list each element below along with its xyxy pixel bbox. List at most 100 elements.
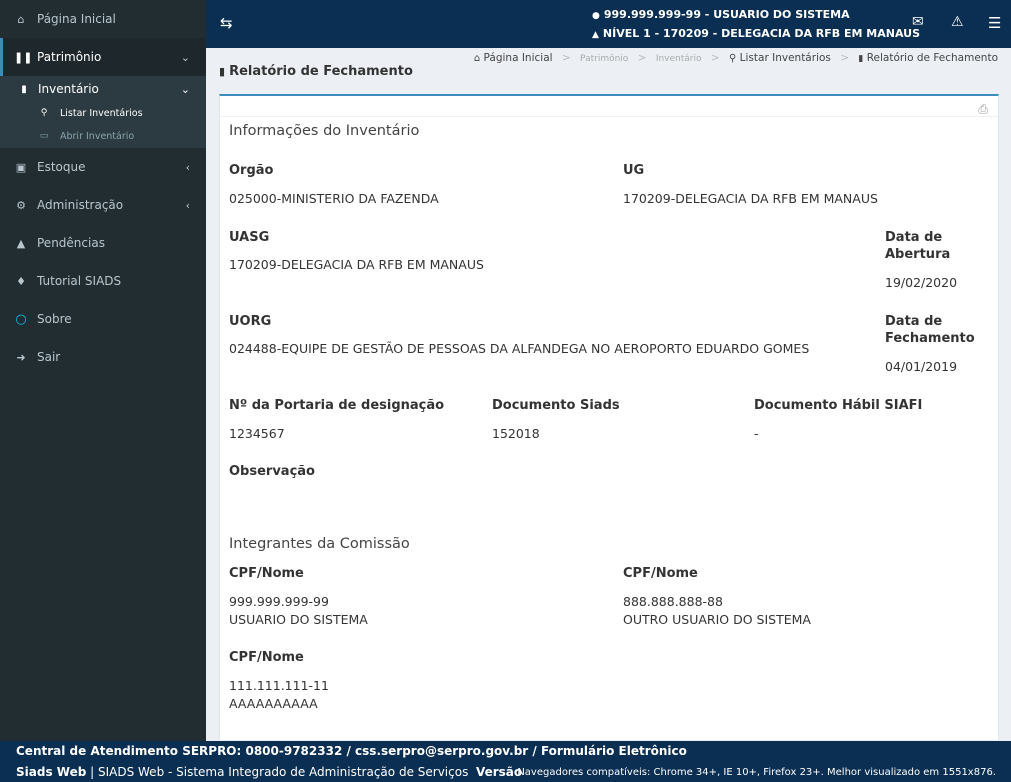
sidebar-item-label: Pendências — [37, 236, 105, 250]
sidebar-item-label: Página Inicial — [37, 12, 116, 26]
footer-app-desc: | SIADS Web - Sistema Integrado de Admin… — [86, 765, 469, 779]
observacao-label: Observação — [229, 464, 315, 479]
sidebar-item-label: Estoque — [37, 160, 86, 174]
member-cpf-nome-label: CPF/Nome — [229, 650, 304, 665]
breadcrumb: ⌂ Página Inicial > Patrimônio > Inventár… — [474, 52, 998, 64]
search-icon: ⚲ — [40, 108, 48, 118]
footer-support-line: Central de Atendimento SERPRO: 0800-9782… — [16, 744, 687, 758]
sidebar-item-inventario[interactable]: ▮ Inventário ⌄ — [0, 78, 206, 100]
doc-siads-value: 152018 — [492, 426, 540, 441]
data-abertura-label-line2: Abertura — [885, 247, 951, 262]
footer-app-line: Siads Web | SIADS Web - Sistema Integrad… — [16, 765, 522, 779]
sidebar-item-label: Administração — [37, 198, 124, 212]
chevron-down-icon: ⌄ — [180, 82, 190, 96]
orgao-label: Orgão — [229, 163, 274, 178]
breadcrumb-separator: > — [710, 52, 720, 64]
footer-version-label[interactable]: Versão — [476, 765, 522, 779]
print-icon[interactable]: ⎙ — [978, 102, 988, 117]
home-icon: ⌂ — [473, 53, 481, 64]
box-header-divider — [220, 116, 998, 117]
sidebar-item-label: Inventário — [38, 82, 99, 96]
breadcrumb-item-patrimonio: Patrimônio — [580, 54, 629, 64]
top-navbar: ⇆ ● 999.999.999-99 - USUARIO DO SISTEMA ▲… — [206, 0, 1011, 48]
user-cpf-text: 999.999.999-99 - USUARIO DO SISTEMA — [603, 8, 850, 21]
sign-in-icon: ➜ — [16, 350, 26, 364]
sidebar: ⌂ Página Inicial ❚❚ Patrimônio ⌄ ▮ Inven… — [0, 0, 206, 741]
member-nome: OUTRO USUARIO DO SISTEMA — [623, 612, 811, 627]
breadcrumb-item-listar-inventarios[interactable]: Listar Inventários — [740, 52, 831, 64]
section-title-inventario: Informações do Inventário — [229, 123, 420, 139]
book-icon: ▮ — [21, 83, 27, 95]
sidebar-item-tutorial-siads[interactable]: ♦ Tutorial SIADS — [0, 262, 206, 300]
chevron-left-icon: ‹ — [185, 198, 190, 212]
sitemap-icon: ▲ — [592, 30, 599, 40]
page-title: ▮ Relatório de Fechamento — [219, 64, 413, 79]
section-title-comissao: Integrantes da Comissão — [229, 536, 410, 552]
sidebar-item-listar-inventarios[interactable]: ⚲ Listar Inventários — [0, 102, 206, 124]
data-abertura-value: 19/02/2020 — [885, 275, 958, 290]
uorg-value: 024488-EQUIPE DE GESTÃO DE PESSOAS DA AL… — [229, 341, 810, 356]
data-fechamento-label-line1: Data de — [885, 314, 943, 329]
warning-icon: ▲ — [16, 236, 26, 250]
doc-habil-siafi-label: Documento Hábil SIAFI — [754, 398, 923, 413]
barcode-icon: ❚❚ — [14, 50, 33, 64]
sidebar-submenu-patrimonio: ▮ Inventário ⌄ ⚲ Listar Inventários ▭ Ab… — [0, 76, 206, 148]
cogs-icon: ⚙ — [16, 198, 26, 212]
sidebar-item-label: Sobre — [37, 312, 72, 326]
archive-icon: ▣ — [15, 160, 27, 174]
user-cpf-line: ● 999.999.999-99 - USUARIO DO SISTEMA — [592, 6, 920, 25]
chevron-down-icon: ⌄ — [180, 50, 190, 64]
member-cpf-nome-label: CPF/Nome — [623, 566, 698, 581]
ug-value: 170209-DELEGACIA DA RFB EM MANAUS — [623, 191, 878, 206]
user-level-line: ▲ NÍVEL 1 - 170209 - DELEGACIA DA RFB EM … — [592, 25, 920, 44]
breadcrumb-separator: > — [561, 52, 571, 64]
warning-icon[interactable]: ⚠ — [951, 14, 964, 30]
uorg-label: UORG — [229, 314, 272, 329]
sidebar-item-patrimonio[interactable]: ❚❚ Patrimônio ⌄ — [0, 38, 206, 76]
file-icon: ▮ — [858, 54, 864, 64]
footer-browser-compat: Navegadores compatíveis: Chrome 34+, IE … — [517, 767, 996, 778]
ug-label: UG — [623, 163, 645, 178]
folder-open-icon: ▭ — [39, 131, 49, 141]
data-abertura-label: Data de Abertura — [885, 229, 950, 263]
breadcrumb-item-pagina-inicial[interactable]: Página Inicial — [484, 52, 553, 64]
member-cpf: 111.111.111-11 — [229, 678, 329, 693]
sidebar-item-sair[interactable]: ➜ Sair — [0, 338, 206, 376]
data-fechamento-label-line2: Fechamento — [885, 331, 975, 346]
breadcrumb-separator: > — [637, 52, 647, 64]
user-info: ● 999.999.999-99 - USUARIO DO SISTEMA ▲ NÍ… — [592, 6, 920, 44]
sidebar-item-sobre[interactable]: ○ Sobre — [0, 300, 206, 338]
page-title-text: Relatório de Fechamento — [229, 64, 413, 79]
member-cpf-nome-label: CPF/Nome — [229, 566, 304, 581]
menu-icon[interactable]: ☰ — [988, 14, 1001, 32]
sidebar-item-administracao[interactable]: ⚙ Administração ‹ — [0, 186, 206, 224]
uasg-value: 170209-DELEGACIA DA RFB EM MANAUS — [229, 257, 484, 272]
home-icon: ⌂ — [17, 12, 25, 26]
breadcrumb-item-relatorio: Relatório de Fechamento — [866, 52, 998, 64]
doc-siads-label: Documento Siads — [492, 398, 620, 413]
data-fechamento-value: 04/01/2019 — [885, 359, 958, 374]
breadcrumb-item-inventario: Inventário — [655, 54, 702, 64]
circle-icon: ○ — [15, 311, 27, 327]
portaria-label: Nº da Portaria de designação — [229, 398, 445, 413]
envelope-icon[interactable]: ✉ — [912, 14, 924, 30]
sidebar-item-abrir-inventario[interactable]: ▭ Abrir Inventário — [0, 125, 206, 147]
member-cpf: 888.888.888-88 — [623, 594, 723, 609]
user-level-text: NÍVEL 1 - 170209 - DELEGACIA DA RFB EM M… — [602, 27, 920, 40]
sidebar-item-pagina-inicial[interactable]: ⌂ Página Inicial — [0, 0, 206, 38]
user-icon: ● — [592, 11, 600, 21]
search-icon: ⚲ — [729, 53, 737, 64]
orgao-value: 025000-MINISTERIO DA FAZENDA — [229, 191, 439, 206]
sidebar-toggle-icon[interactable]: ⇆ — [220, 14, 233, 32]
member-nome: AAAAAAAAAA — [229, 696, 318, 711]
footer-app-name: Siads Web — [16, 765, 87, 779]
footer: Central de Atendimento SERPRO: 0800-9782… — [0, 741, 1011, 782]
graduation-cap-icon: ♦ — [16, 274, 26, 288]
data-abertura-label-line1: Data de — [885, 230, 943, 245]
sidebar-item-label: Sair — [37, 350, 61, 364]
data-fechamento-label: Data de Fechamento — [885, 313, 975, 347]
sidebar-item-estoque[interactable]: ▣ Estoque ‹ — [0, 148, 206, 186]
sidebar-item-label: Abrir Inventário — [60, 130, 135, 142]
portaria-value: 1234567 — [229, 426, 285, 441]
sidebar-item-pendencias[interactable]: ▲ Pendências — [0, 224, 206, 262]
